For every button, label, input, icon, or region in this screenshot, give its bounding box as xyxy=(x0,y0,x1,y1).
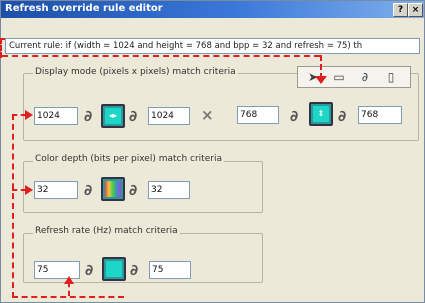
chain-link-icon[interactable]: ∂ xyxy=(84,107,92,125)
chain-link-icon[interactable]: ∂ xyxy=(129,181,137,199)
annotation-arrow-display xyxy=(25,110,33,120)
annotation-arrow-color xyxy=(25,185,33,195)
chain-link-icon[interactable]: ∂ xyxy=(85,261,93,279)
refresh-rate-max-input[interactable]: 75 xyxy=(149,261,191,279)
width-min-input[interactable]: 1024 xyxy=(34,107,78,125)
color-depth-max-input[interactable]: 32 xyxy=(148,181,190,199)
annotation-rule-bottom xyxy=(2,55,320,57)
current-rule-field[interactable]: Current rule: if (width = 1024 and heigh… xyxy=(5,38,420,54)
rule-editor-window: Refresh override rule editor ? × Current… xyxy=(0,0,425,303)
link-icon[interactable]: ∂ xyxy=(356,69,374,85)
chain-link-icon[interactable]: ∂ xyxy=(290,107,298,125)
chain-link-icon[interactable]: ∂ xyxy=(130,261,138,279)
color-depth-label: Color depth (bits per pixel) match crite… xyxy=(33,154,224,164)
display-mode-label: Display mode (pixels x pixels) match cri… xyxy=(33,67,238,77)
annotation-bottom-line xyxy=(12,296,124,298)
trash-icon[interactable]: ▯ xyxy=(382,69,400,85)
height-monitor-icon: ⇕ xyxy=(309,102,333,126)
window-title: Refresh override rule editor xyxy=(5,3,163,14)
help-button[interactable]: ? xyxy=(393,3,408,17)
annotation-arrow-refresh xyxy=(64,276,74,284)
refresh-rate-label: Refresh rate (Hz) match criteria xyxy=(33,226,180,236)
height-max-input[interactable]: 768 xyxy=(358,106,402,124)
chain-link-icon[interactable]: ∂ xyxy=(84,181,92,199)
rectangle-icon[interactable]: ▭ xyxy=(330,69,348,85)
annotation-refresh-up xyxy=(68,282,70,296)
chain-link-icon[interactable]: ∂ xyxy=(129,107,137,125)
width-monitor-icon: ◂▸ xyxy=(101,104,125,128)
annotation-vertical-line xyxy=(12,114,14,298)
width-max-input[interactable]: 1024 xyxy=(148,107,190,125)
close-button[interactable]: × xyxy=(408,3,423,17)
title-bar[interactable]: Refresh override rule editor ? × xyxy=(1,1,424,18)
annotation-display-connector xyxy=(12,114,26,116)
annotation-arrow-toolbar xyxy=(315,76,327,84)
color-depth-min-input[interactable]: 32 xyxy=(34,181,78,199)
height-min-input[interactable]: 768 xyxy=(237,106,279,124)
color-monitor-icon xyxy=(101,177,125,201)
chain-link-icon[interactable]: ∂ xyxy=(338,107,346,125)
times-icon: × xyxy=(201,106,214,124)
refresh-monitor-icon xyxy=(102,257,126,281)
annotation-color-connector xyxy=(12,189,26,191)
